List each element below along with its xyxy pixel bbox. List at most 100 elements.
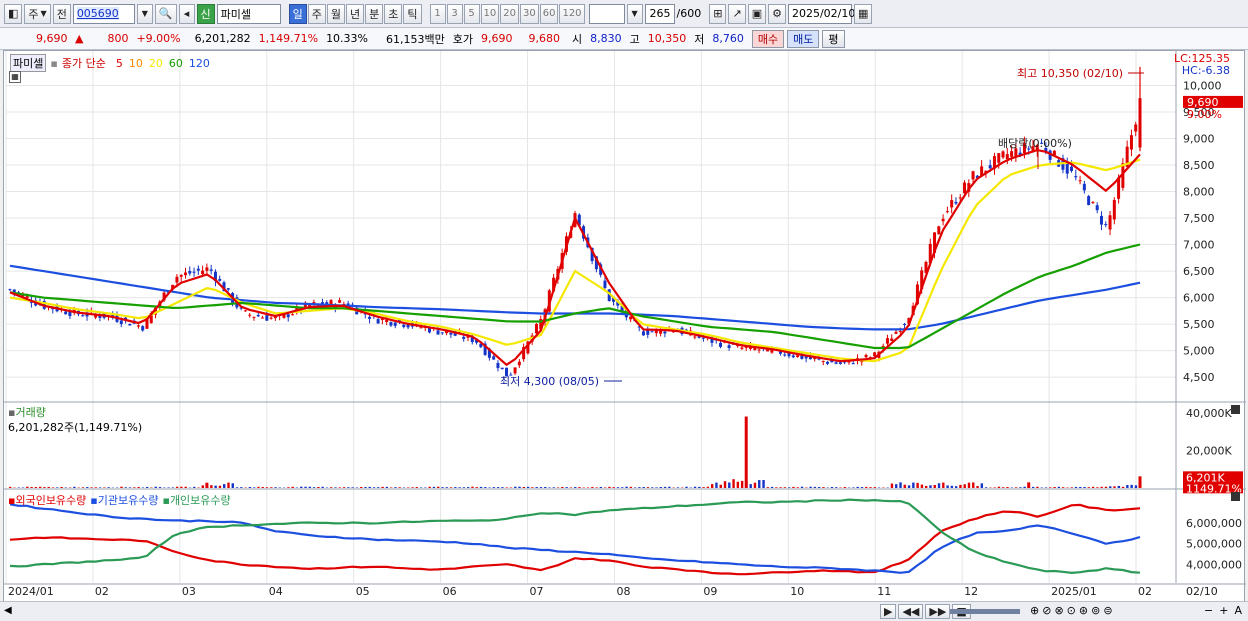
volume-bar [1100, 486, 1103, 488]
chart-svg[interactable]: 10,0009,5009,0008,5008,0007,5007,0006,50… [4, 51, 1246, 603]
candle-body [963, 182, 967, 194]
candle-body [436, 330, 440, 335]
stock-name-field[interactable]: 파미셀 [216, 3, 281, 24]
chart-tab-label[interactable]: 파미셀 [10, 54, 47, 72]
zoom-tool-icon[interactable]: ⊕ [1030, 604, 1039, 617]
volume-bar [544, 487, 547, 488]
new-badge[interactable]: 신 [196, 3, 215, 24]
volume-bar [599, 487, 603, 488]
volume-bar [34, 487, 38, 488]
open-price: 8,830 [590, 32, 622, 45]
volume-bar [51, 487, 55, 488]
x-tick-label: 02 [1138, 585, 1152, 598]
gear-icon[interactable]: ⚙ [768, 3, 786, 24]
zoom-in-icon[interactable]: + [1219, 604, 1228, 617]
chart-window-icon[interactable]: ◧ [4, 3, 23, 24]
period-tab-6[interactable]: 틱 [403, 3, 422, 24]
cycle-tool-icon[interactable]: ⊜ [1103, 604, 1112, 617]
volume-bar [210, 485, 213, 488]
holdings-panel-close-icon[interactable] [1231, 492, 1240, 501]
volume-bar [830, 486, 834, 488]
y-tick-label: 8,500 [1183, 159, 1215, 172]
candle-body [175, 276, 179, 283]
interval-number-3[interactable]: 3 [446, 3, 463, 24]
volume-bar [526, 486, 530, 488]
interval-number-10[interactable]: 10 [480, 3, 500, 24]
period-tab-2[interactable]: 월 [326, 3, 346, 24]
volume-bar [561, 486, 564, 488]
nav-right-icon[interactable]: ▶ [880, 604, 897, 619]
interval-number-60[interactable]: 60 [539, 3, 559, 24]
period-tab-0[interactable]: 일 [288, 3, 307, 24]
candle-body [440, 332, 444, 334]
volume-panel-close-icon[interactable] [1231, 405, 1240, 414]
period-tab-5[interactable]: 초 [384, 3, 403, 24]
period-tabs: 일주월년분초틱 [288, 3, 422, 24]
candle-body [419, 327, 423, 329]
nav-last-icon[interactable]: ▶▶ [925, 604, 951, 619]
volume-bar [1014, 487, 1018, 488]
link-tool-icon[interactable]: ⊗ [1054, 604, 1063, 617]
interval-number-1[interactable]: 1 [429, 3, 446, 24]
zoom-slider[interactable] [950, 609, 1020, 614]
volume-bar [1126, 484, 1129, 488]
search-icon[interactable]: 🔍 [154, 3, 177, 24]
candle-body [950, 200, 954, 208]
speaker-icon[interactable]: ◂ [178, 3, 195, 24]
period-tab-1[interactable]: 주 [307, 3, 326, 24]
volume-bar [792, 486, 795, 488]
volume-tick: 20,000K [1186, 444, 1232, 457]
nav-first-icon[interactable]: ◀◀ [898, 604, 924, 619]
volume-bar [385, 486, 389, 488]
candle-body [265, 315, 269, 321]
sell-button[interactable]: 매도 [787, 29, 820, 48]
x-tick-label: 02 [95, 585, 109, 598]
volume-bar [291, 486, 294, 488]
gann-tool-icon[interactable]: ⊚ [1091, 604, 1100, 617]
x-tick-label: 07 [530, 585, 544, 598]
save-icon[interactable]: ▣ [747, 3, 767, 24]
zoom-out-icon[interactable]: − [1204, 604, 1213, 617]
stock-code-input[interactable]: 005690 [72, 3, 135, 24]
interval-number-5[interactable]: 5 [463, 3, 480, 24]
volume-bar [274, 487, 277, 488]
candle-body [1108, 215, 1112, 230]
stock-code-dropdown[interactable]: ▼ [136, 3, 153, 24]
buy-button[interactable]: 매수 [751, 29, 785, 48]
volume-bar [1104, 486, 1108, 488]
date-input[interactable]: 2025/02/10 [787, 3, 855, 24]
interval-dropdown[interactable]: ▼ [626, 3, 643, 24]
volume-bar [304, 486, 307, 488]
calendar-icon[interactable]: ▦ [853, 3, 873, 24]
interval-number-30[interactable]: 30 [519, 3, 539, 24]
y-tick-label: 9,000 [1183, 133, 1215, 146]
trend-tool-icon[interactable]: ⊙ [1067, 604, 1076, 617]
period-tab-3[interactable]: 년 [346, 3, 365, 24]
chart-area[interactable]: 10,000 9,500 9,000 8,500 8,000 7,500 7,000 6,50… [3, 50, 1246, 603]
interval-number-20[interactable]: 20 [500, 3, 519, 24]
volume-bar [445, 487, 448, 488]
candle-body [757, 349, 761, 351]
fib-tool-icon[interactable]: ⊛ [1079, 604, 1088, 617]
draw-tool-icon[interactable]: ↗ [728, 3, 746, 24]
compare-tool-icon[interactable]: ⊘ [1042, 604, 1051, 617]
count-input[interactable]: 265 [644, 3, 675, 24]
volume-bar [1044, 487, 1048, 488]
last-candle-body [1138, 101, 1142, 148]
period-main-select[interactable]: 주 ▼ [24, 3, 51, 24]
jeon-button[interactable]: 전 [52, 3, 71, 24]
period-tab-4[interactable]: 분 [365, 3, 384, 24]
evaluation-button[interactable]: 평 [822, 29, 845, 48]
scroll-left-icon[interactable]: ◀ [4, 605, 12, 616]
custom-interval-input[interactable] [588, 3, 625, 24]
volume-bar [73, 486, 76, 488]
volume-bar [411, 487, 414, 488]
candle-body [136, 325, 140, 327]
volume-bar [972, 482, 975, 488]
interval-number-120[interactable]: 120 [559, 3, 585, 24]
crosshair-icon[interactable]: ⊞ [709, 3, 727, 24]
y-tick-label: 5,500 [1183, 318, 1215, 331]
auto-scale-button[interactable]: A [1234, 604, 1242, 617]
date-tag: 02/10 [1186, 585, 1218, 598]
panel-config-icon[interactable]: ▦ [9, 71, 21, 83]
